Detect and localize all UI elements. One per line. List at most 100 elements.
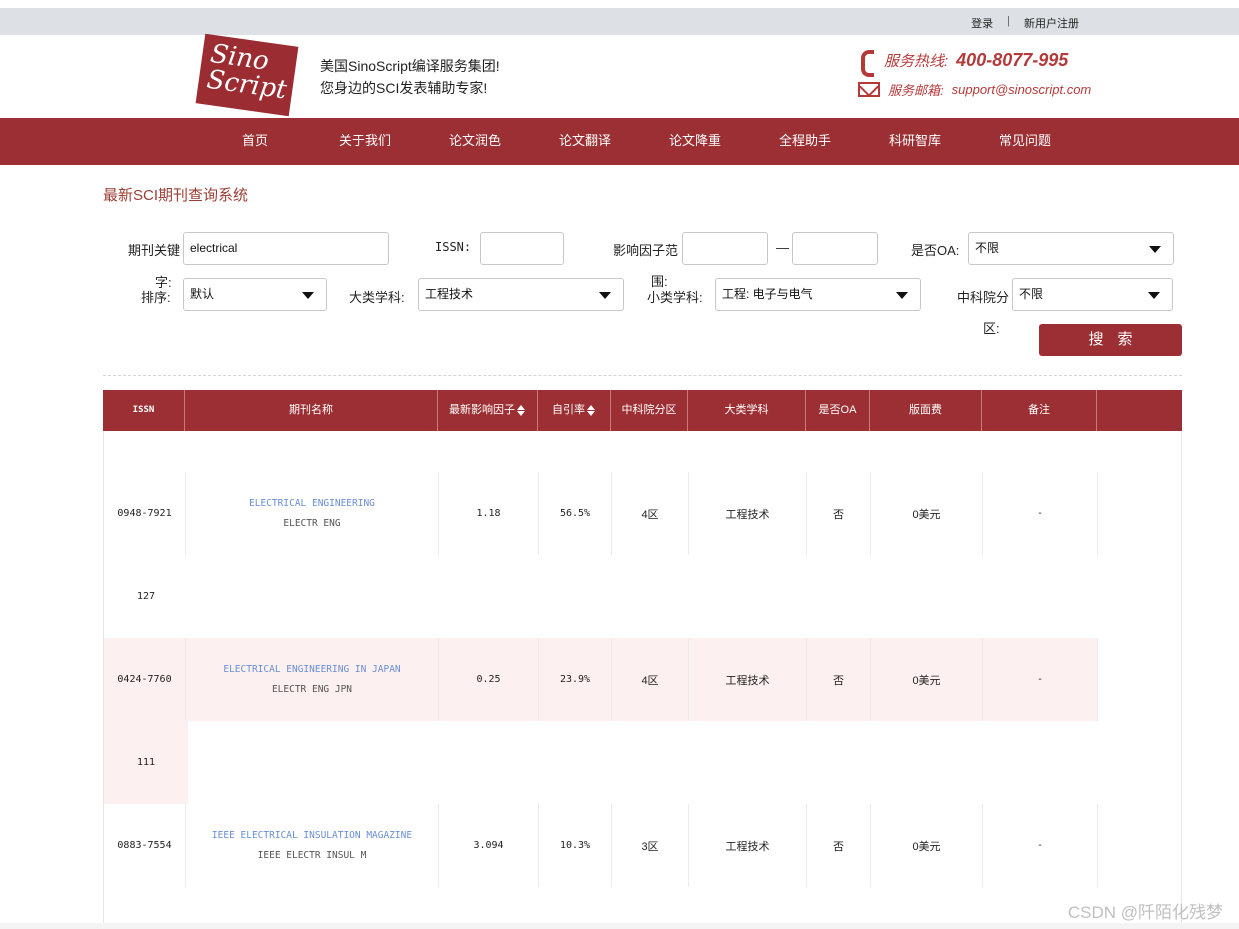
oa-select[interactable]: 不限 — [968, 232, 1174, 265]
minor-subject-select[interactable]: 工程: 电子与电气 — [715, 278, 921, 311]
nav-item-library[interactable]: 科研智库 — [860, 118, 970, 163]
phone-icon — [858, 49, 876, 77]
slogan-line-2: 您身边的SCI发表辅助专家! — [320, 80, 488, 96]
cell-cas-zone: 3区 — [612, 804, 689, 887]
cell-oa: 否 — [807, 638, 871, 721]
sinoscript-logo[interactable]: Sino Script — [195, 33, 299, 117]
cas-zone-label-2: 区: — [983, 321, 1000, 336]
table-row: 0883-7554 IEEE ELECTRICAL INSULATION MAG… — [104, 804, 1098, 887]
email-contact: 服务邮箱: support@sinoscript.com — [858, 80, 1091, 99]
site-header: Sino Script 美国SinoScript编译服务集团! 您身边的SCI发… — [0, 33, 1239, 118]
cell-oa: 否 — [807, 804, 871, 887]
impact-factor-max-input[interactable] — [792, 232, 878, 265]
chevron-down-icon — [896, 292, 908, 299]
row-extra-value: 127 — [136, 591, 156, 602]
cell-cas-zone: 4区 — [612, 472, 689, 555]
keyword-label-1: 期刊关键 — [128, 243, 181, 258]
issn-label: ISSN: — [435, 240, 472, 254]
header-self-citation-label: 自引率 — [552, 404, 585, 416]
range-dash: — — [776, 240, 789, 255]
journal-abbr: ELECTR ENG JPN — [271, 684, 353, 695]
header-major-subject: 大类学科 — [688, 390, 806, 431]
minor-subject-value: 工程: 电子与电气 — [722, 287, 813, 301]
nav-item-assistant[interactable]: 全程助手 — [750, 118, 860, 163]
mail-icon — [858, 82, 880, 97]
header-impact-factor[interactable]: 最新影响因子 — [438, 390, 538, 431]
header-impact-factor-label: 最新影响因子 — [449, 404, 515, 416]
cell-journal: ELECTRICAL ENGINEERING ELECTR ENG — [186, 472, 439, 555]
search-button[interactable]: 搜索 — [1039, 324, 1182, 356]
keyword-input[interactable]: electrical — [183, 232, 389, 265]
cell-self-citation: 23.9% — [539, 638, 612, 721]
hotline: 服务热线: 400-8077-995 — [858, 49, 1091, 77]
register-link[interactable]: 新用户注册 — [1024, 15, 1079, 31]
oa-select-value: 不限 — [975, 241, 1000, 255]
hotline-label: 服务热线: — [884, 52, 949, 70]
impact-factor-label-1: 影响因子范 — [613, 243, 679, 258]
cell-journal: IEEE ELECTRICAL INSULATION MAGAZINE IEEE… — [186, 804, 439, 887]
journal-abbr: ELECTR ENG — [283, 518, 341, 529]
cell-self-citation: 56.5% — [539, 472, 612, 555]
results-table-body: 0948-7921 ELECTRICAL ENGINEERING ELECTR … — [103, 431, 1182, 929]
sort-label: 排序: — [141, 290, 171, 305]
email-label: 服务邮箱: — [888, 83, 944, 98]
chevron-down-icon — [599, 292, 611, 299]
cell-major-subject: 工程技术 — [689, 472, 807, 555]
nav-item-about[interactable]: 关于我们 — [310, 118, 420, 163]
table-row: 0948-7921 ELECTRICAL ENGINEERING ELECTR … — [104, 472, 1098, 555]
nav-item-translate[interactable]: 论文翻译 — [530, 118, 640, 163]
journal-name-link[interactable]: IEEE ELECTRICAL INSULATION MAGAZINE — [212, 830, 412, 841]
nav-item-faq[interactable]: 常见问题 — [970, 118, 1080, 163]
sort-select[interactable]: 默认 — [183, 278, 327, 311]
sort-icon[interactable] — [517, 404, 526, 416]
oa-label: 是否OA: — [911, 243, 960, 258]
header-self-citation[interactable]: 自引率 — [538, 390, 611, 431]
journal-name-link[interactable]: ELECTRICAL ENGINEERING IN JAPAN — [223, 664, 400, 675]
cell-major-subject: 工程技术 — [689, 804, 807, 887]
header-issn: ISSN — [103, 390, 185, 431]
results-table-header: ISSN 期刊名称 最新影响因子 自引率 中科院分区 大类学科 是否OA 版面费… — [103, 390, 1182, 431]
cell-issn: 0948-7921 — [104, 472, 186, 555]
cell-impact-factor: 0.25 — [439, 638, 539, 721]
header-cas-zone: 中科院分区 — [611, 390, 688, 431]
email-address[interactable]: support@sinoscript.com — [952, 82, 1092, 97]
divider — [103, 375, 1182, 376]
cell-issn: 0883-7554 — [104, 804, 186, 887]
cell-impact-factor: 1.18 — [439, 472, 539, 555]
major-subject-select[interactable]: 工程技术 — [418, 278, 624, 311]
sort-icon[interactable] — [587, 404, 596, 416]
account-links: 登录 | 新用户注册 — [971, 15, 1079, 31]
cas-zone-select[interactable]: 不限 — [1012, 278, 1173, 311]
cell-note: - — [983, 804, 1098, 887]
cell-issn: 0424-7760 — [104, 638, 186, 721]
header-fee: 版面费 — [870, 390, 982, 431]
header-oa: 是否OA — [806, 390, 870, 431]
link-separator: | — [1007, 15, 1010, 27]
sort-select-value: 默认 — [190, 287, 215, 301]
chevron-down-icon — [302, 292, 314, 299]
main-nav: 首页 关于我们 论文润色 论文翻译 论文降重 全程助手 科研智库 常见问题 — [0, 118, 1239, 165]
nav-item-dedup[interactable]: 论文降重 — [640, 118, 750, 163]
major-subject-value: 工程技术 — [425, 287, 474, 301]
cell-note: - — [983, 472, 1098, 555]
cell-fee: 0美元 — [871, 638, 983, 721]
cell-journal: ELECTRICAL ENGINEERING IN JAPAN ELECTR E… — [186, 638, 439, 721]
issn-input[interactable] — [480, 232, 564, 265]
login-link[interactable]: 登录 — [971, 15, 993, 31]
header-note: 备注 — [982, 390, 1097, 431]
cas-zone-value: 不限 — [1019, 287, 1044, 301]
top-bar: 登录 | 新用户注册 — [0, 8, 1239, 35]
header-journal-name: 期刊名称 — [185, 390, 438, 431]
cell-cas-zone: 4区 — [612, 638, 689, 721]
slogan-line-1: 美国SinoScript编译服务集团! — [320, 58, 500, 74]
watermark: CSDN @阡陌化残梦 — [1067, 903, 1223, 922]
nav-item-polish[interactable]: 论文润色 — [420, 118, 530, 163]
impact-factor-min-input[interactable] — [682, 232, 768, 265]
slogan: 美国SinoScript编译服务集团! 您身边的SCI发表辅助专家! — [320, 55, 500, 99]
cell-fee: 0美元 — [871, 472, 983, 555]
row-extra-value: 111 — [104, 721, 188, 804]
page-title: 最新SCI期刊查询系统 — [103, 187, 249, 204]
journal-name-link[interactable]: ELECTRICAL ENGINEERING — [249, 498, 375, 509]
major-subject-label: 大类学科: — [349, 290, 405, 305]
nav-item-home[interactable]: 首页 — [200, 118, 310, 163]
